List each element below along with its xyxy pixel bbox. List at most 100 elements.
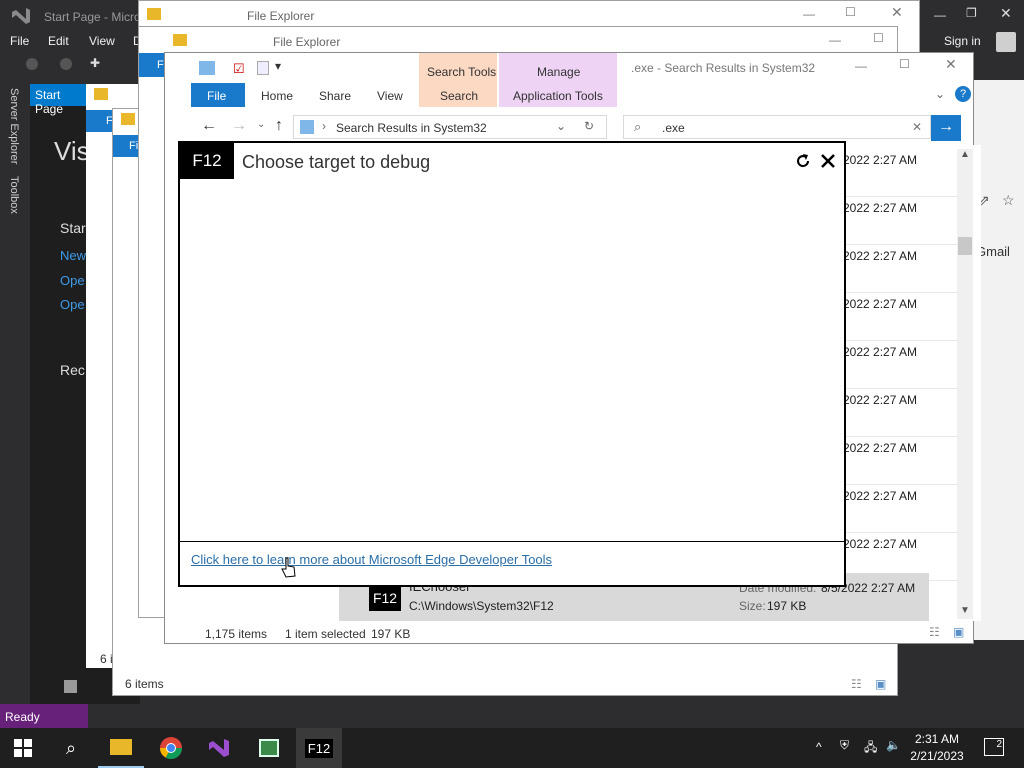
- new-project-link[interactable]: New: [60, 248, 86, 263]
- item-count: 6 items: [125, 677, 164, 691]
- start-button[interactable]: [0, 728, 46, 768]
- close-icon[interactable]: [820, 153, 836, 169]
- details-view-icon[interactable]: ☷: [851, 677, 862, 691]
- clock[interactable]: 2:31 AM 2/21/2023: [902, 732, 972, 763]
- vs-restore-button[interactable]: ❐: [966, 6, 977, 20]
- new-folder-icon[interactable]: [257, 61, 269, 75]
- minimize-button[interactable]: —: [829, 33, 841, 47]
- chrome-icon: [160, 737, 182, 759]
- help-icon[interactable]: ?: [955, 86, 971, 102]
- tab-view[interactable]: View: [377, 89, 403, 103]
- taskbar: ⌕ F12 ^ ⛨ 🖧 🔈 2:31 AM 2/21/2023 2: [0, 728, 1024, 768]
- up-arrow-icon[interactable]: ↑: [275, 117, 283, 135]
- scroll-thumb[interactable]: [958, 237, 972, 255]
- f12-logo: F12: [180, 143, 234, 179]
- address-text: Search Results in System32: [336, 121, 487, 135]
- vs-title-text: Start Page - Micro: [44, 10, 141, 24]
- gmail-link[interactable]: Gmail: [976, 244, 1010, 259]
- ribbon-expand-icon[interactable]: ⌄: [935, 87, 945, 101]
- search-results-icon: [300, 120, 314, 134]
- server-explorer-tab[interactable]: Server Explorer: [8, 88, 20, 164]
- sign-in-link[interactable]: Sign in: [944, 34, 981, 48]
- dialog-title: Choose target to debug: [242, 152, 431, 172]
- app-icon: [259, 739, 279, 757]
- show-hidden-icons-icon[interactable]: ^: [816, 740, 822, 754]
- vs-sidebar: Server Explorer Toolbox: [0, 80, 30, 704]
- details-view-icon[interactable]: ☷: [929, 625, 940, 639]
- large-icons-view-icon[interactable]: ▣: [953, 625, 964, 639]
- f12-chooser-dialog[interactable]: F12 Choose target to debug Click here to…: [178, 141, 846, 587]
- close-button[interactable]: ✕: [945, 56, 957, 73]
- open-project-link[interactable]: Ope: [60, 273, 85, 288]
- back-arrow-icon[interactable]: ←: [201, 117, 217, 135]
- new-project-icon[interactable]: ✚: [90, 56, 100, 70]
- clock-date: 2/21/2023: [910, 749, 964, 763]
- list-item-date: 2022 2:27 AM: [843, 437, 973, 485]
- refresh-icon[interactable]: [794, 152, 812, 170]
- list-item-date: 2022 2:27 AM: [843, 389, 973, 437]
- account-avatar[interactable]: [996, 32, 1016, 52]
- vs-close-button[interactable]: ✕: [1000, 5, 1012, 22]
- folder-icon: [94, 88, 108, 100]
- window-title: File Explorer: [273, 35, 341, 49]
- search-go-button[interactable]: →: [931, 115, 961, 141]
- scroll-down-icon[interactable]: ▼: [960, 605, 970, 616]
- explorer-titlebar-back-1: File Explorer — ☐ ✕: [139, 1, 919, 27]
- tab-home[interactable]: Home: [261, 89, 293, 103]
- address-dropdown-icon[interactable]: ⌄: [556, 119, 566, 133]
- tab-application-tools[interactable]: Application Tools: [513, 89, 603, 103]
- forward-nav-icon[interactable]: [60, 58, 72, 70]
- list-item-date: 2022 2:27 AM: [843, 197, 973, 245]
- status-size: 197 KB: [371, 627, 411, 641]
- vertical-scrollbar[interactable]: ▲ ▼: [957, 149, 973, 619]
- search-value: .exe: [662, 121, 685, 135]
- large-icons-view-icon[interactable]: ▣: [875, 677, 886, 691]
- maximize-button[interactable]: ☐: [845, 5, 856, 19]
- properties-icon[interactable]: ☑: [233, 61, 245, 77]
- vs-status-ready: Ready: [0, 704, 88, 728]
- maximize-button[interactable]: ☐: [873, 31, 884, 45]
- qat-dropdown-icon[interactable]: ▾: [275, 59, 281, 73]
- status-selected: 1 item selected: [285, 627, 366, 641]
- search-button[interactable]: ⌕: [48, 728, 94, 768]
- chrome-taskbar-button[interactable]: [148, 728, 194, 768]
- learn-more-link[interactable]: Click here to learn more about Microsoft…: [191, 552, 552, 567]
- recent-section-label: Rec: [60, 362, 85, 378]
- clear-search-icon[interactable]: ✕: [912, 120, 922, 134]
- open-folder-link[interactable]: Ope: [60, 297, 85, 312]
- minimize-button[interactable]: —: [855, 59, 867, 73]
- tab-search[interactable]: Search: [440, 89, 478, 103]
- menu-edit[interactable]: Edit: [48, 34, 69, 48]
- tab-share[interactable]: Share: [319, 89, 351, 103]
- file-path: C:\Windows\System32\F12: [409, 599, 554, 613]
- recent-locations-icon[interactable]: ⌄: [257, 119, 265, 130]
- file-explorer-taskbar-button[interactable]: [98, 728, 144, 768]
- back-nav-icon[interactable]: [26, 58, 38, 70]
- search-input[interactable]: ⌕ .exe ✕: [623, 115, 931, 139]
- address-bar[interactable]: › Search Results in System32 ⌄ ↻: [293, 115, 607, 139]
- forward-arrow-icon[interactable]: →: [231, 117, 247, 135]
- minimize-button[interactable]: —: [803, 7, 815, 21]
- vs-minimize-button[interactable]: —: [934, 8, 946, 22]
- clock-time: 2:31 AM: [914, 732, 960, 746]
- network-icon[interactable]: 🖧: [864, 738, 877, 759]
- star-icon[interactable]: ☆: [1002, 192, 1015, 209]
- visual-studio-taskbar-button[interactable]: [196, 728, 242, 768]
- close-button[interactable]: ✕: [891, 4, 903, 21]
- security-icon[interactable]: ⛨: [840, 738, 849, 753]
- notifications-icon[interactable]: 2: [984, 738, 1004, 756]
- menu-view[interactable]: View: [89, 34, 115, 48]
- maximize-button[interactable]: ☐: [899, 57, 910, 71]
- scroll-up-icon[interactable]: ▲: [960, 149, 970, 160]
- app-taskbar-button[interactable]: [246, 728, 292, 768]
- refresh-icon[interactable]: ↻: [584, 119, 594, 133]
- status-item-count: 1,175 items: [205, 627, 268, 641]
- toolbox-tab[interactable]: Toolbox: [8, 176, 20, 214]
- list-item-date: 2022 2:27 AM: [843, 293, 973, 341]
- start-page-tab[interactable]: Start Page: [30, 84, 90, 116]
- folder-icon: [173, 34, 187, 46]
- explorer-statusbar: 1,175 items 1 item selected 197 KB ☷ ▣: [191, 623, 973, 645]
- menu-file[interactable]: File: [10, 34, 29, 48]
- volume-icon[interactable]: 🔈: [886, 738, 901, 752]
- f12-taskbar-button[interactable]: F12: [296, 728, 342, 768]
